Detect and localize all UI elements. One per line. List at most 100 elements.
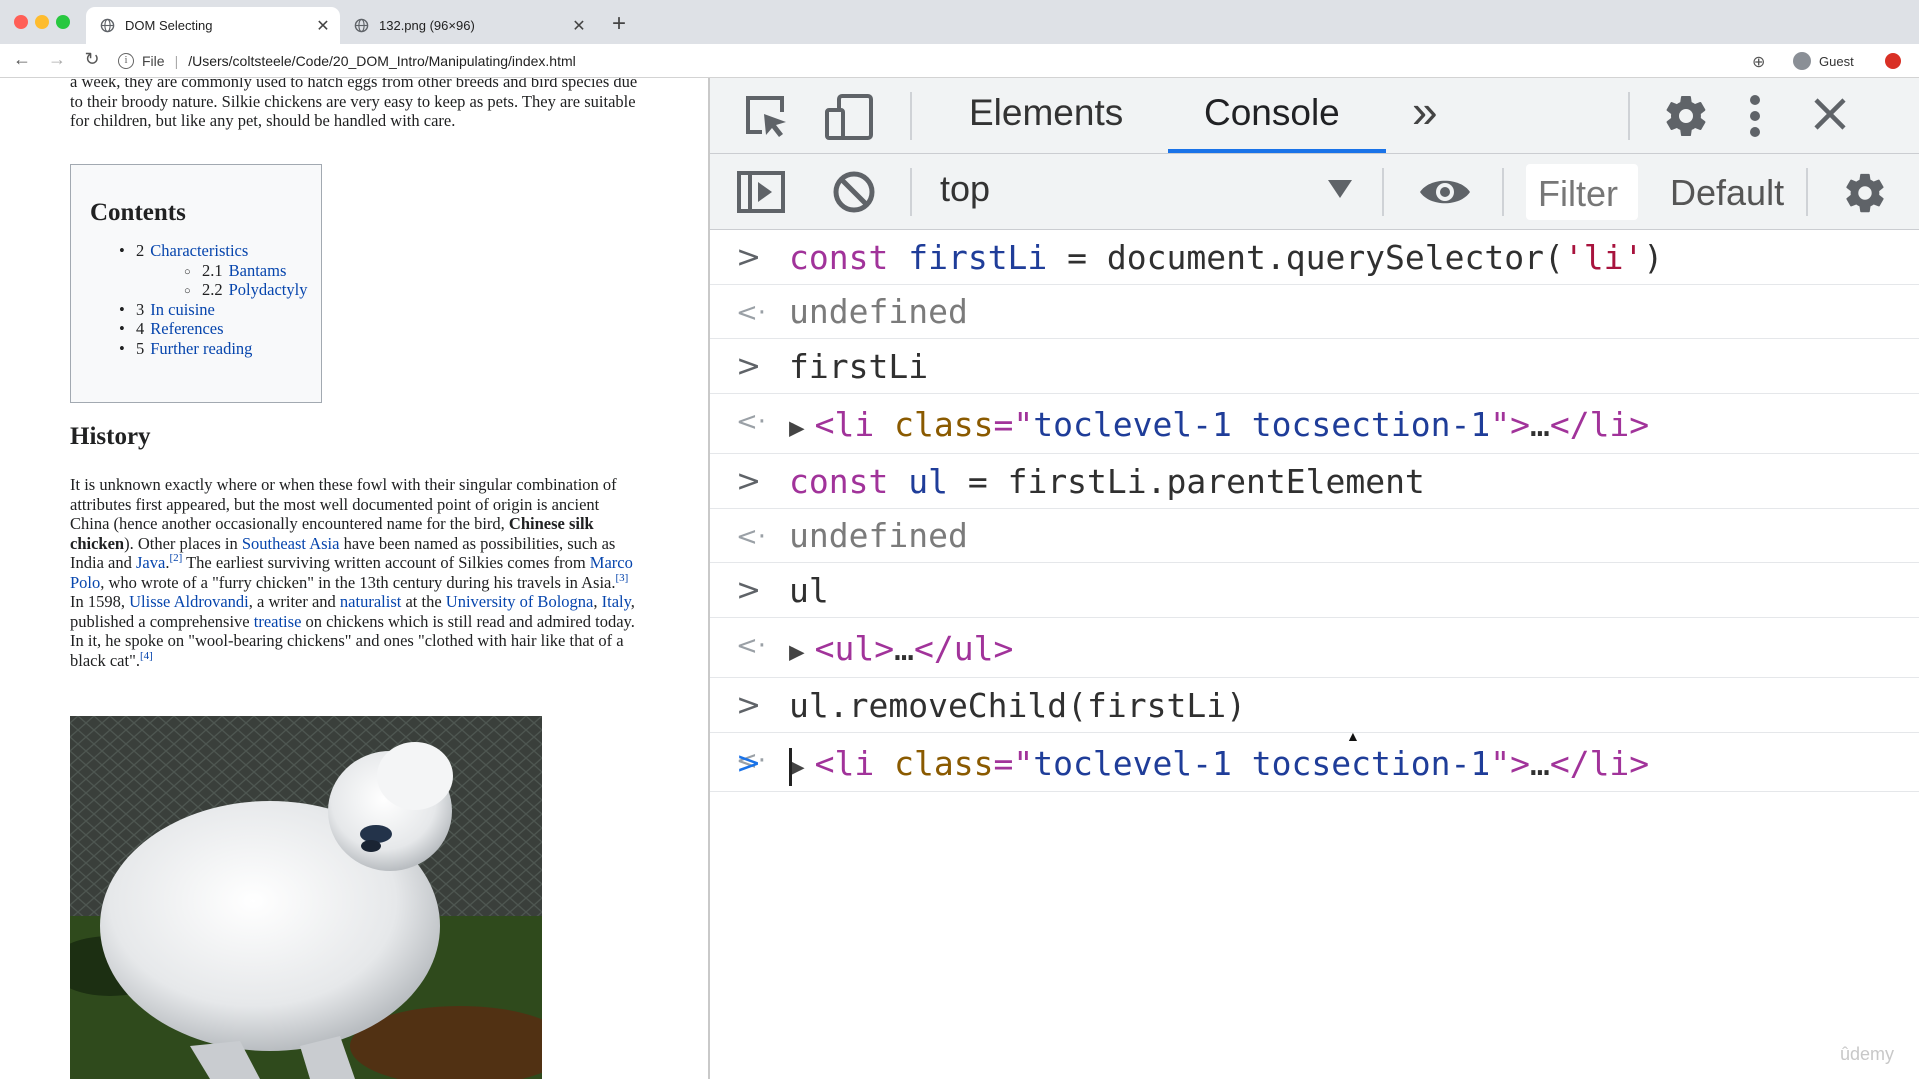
toc-item: 4References	[90, 319, 321, 339]
sidebar-toggle-icon[interactable]	[736, 170, 786, 214]
more-options-icon[interactable]	[1748, 92, 1762, 140]
profile-button[interactable]: Guest	[1793, 49, 1854, 73]
web-page: a week, they are commonly used to hatch …	[0, 78, 708, 1079]
console-input-row: > ul.removeChild(firstLi)	[710, 678, 1919, 733]
filter-input[interactable]: Filter	[1526, 164, 1638, 220]
input-chevron-icon: >	[736, 349, 762, 384]
console-input-row: > const ul = firstLi.parentElement	[710, 454, 1919, 509]
console-input-row: > firstLi	[710, 339, 1919, 394]
live-expression-eye-icon[interactable]	[1418, 174, 1472, 210]
profile-label: Guest	[1819, 53, 1854, 69]
inspect-element-icon[interactable]	[742, 92, 790, 140]
mouse-pointer-icon: ▲	[1346, 728, 1360, 744]
toc-link-further-reading[interactable]: Further reading	[150, 339, 252, 358]
prompt-chevron-icon: >	[736, 746, 762, 781]
silkie-chicken-image[interactable]	[70, 716, 542, 1079]
link-naturalist[interactable]: naturalist	[340, 592, 401, 611]
tab-console[interactable]: Console	[1204, 92, 1340, 134]
close-tab-icon[interactable]: ✕	[568, 16, 590, 36]
console-messages: > const firstLi = document.querySelector…	[710, 230, 1919, 792]
toc-link-references[interactable]: References	[150, 319, 223, 338]
globe-icon	[354, 18, 369, 33]
reload-icon[interactable]: ↻	[80, 49, 104, 70]
link-treatise[interactable]: treatise	[254, 612, 302, 631]
console-result-row[interactable]: <· ▶ <ul>…</ul>	[710, 618, 1919, 678]
address-bar: ← → ↻ i File | /Users/coltsteele/Code/20…	[0, 44, 1919, 78]
input-chevron-icon: >	[736, 240, 762, 275]
devtools-panel: Elements Console » top Filter Default > …	[710, 78, 1919, 1079]
console-result-row: <· undefined	[710, 285, 1919, 339]
tab-dom-selecting[interactable]: DOM Selecting ✕	[86, 7, 340, 44]
info-icon[interactable]: i	[118, 53, 134, 69]
toc-item: 5Further reading	[90, 339, 321, 359]
toc-link-characteristics[interactable]: Characteristics	[150, 241, 248, 260]
citation-4[interactable]: [4]	[140, 650, 153, 662]
text-caret	[789, 748, 792, 786]
result-arrow-icon: <·	[736, 631, 767, 661]
console-result-row[interactable]: <· ▶ <li class="toclevel-1 tocsection-1">…	[710, 394, 1919, 454]
console-input-row: > const firstLi = document.querySelector…	[710, 230, 1919, 285]
history-heading: History	[70, 423, 151, 450]
more-tabs-icon[interactable]: »	[1412, 84, 1438, 138]
clear-console-icon[interactable]	[832, 170, 876, 214]
toc-item: 2.1Bantams	[90, 261, 321, 282]
globe-icon	[100, 18, 115, 33]
console-toolbar: top Filter Default levels	[710, 154, 1919, 230]
forward-arrow-icon[interactable]: →	[45, 49, 69, 70]
url-text: /Users/coltsteele/Code/20_DOM_Intro/Mani…	[188, 53, 576, 69]
table-of-contents: Contents 2Characteristics 2.1Bantams 2.2…	[70, 164, 322, 403]
scheme-label: File	[142, 53, 165, 69]
input-chevron-icon: >	[736, 464, 762, 499]
toc-title: Contents	[90, 199, 186, 226]
log-levels-select[interactable]: Default levels	[1670, 172, 1788, 214]
link-java[interactable]: Java	[136, 553, 165, 572]
citation-2[interactable]: [2]	[169, 552, 182, 564]
tab-label: DOM Selecting	[125, 18, 213, 33]
link-ulisse-aldrovandi[interactable]: Ulisse Aldrovandi	[129, 592, 249, 611]
link-italy[interactable]: Italy	[602, 592, 631, 611]
context-select[interactable]: top	[940, 168, 990, 210]
input-chevron-icon: >	[736, 688, 762, 723]
close-tab-icon[interactable]: ✕	[312, 16, 334, 36]
zoom-window-button[interactable]	[56, 15, 70, 29]
tab-elements[interactable]: Elements	[969, 92, 1123, 134]
console-prompt[interactable]: >	[710, 740, 1919, 800]
toc-item: 2.2Polydactyly	[90, 280, 321, 301]
intro-paragraph: a week, they are commonly used to hatch …	[70, 78, 638, 130]
close-window-button[interactable]	[14, 15, 28, 29]
tab-bar: DOM Selecting ✕ 132.png (96×96) ✕ +	[0, 0, 1919, 44]
console-settings-gear-icon[interactable]	[1842, 170, 1888, 216]
tab-image[interactable]: 132.png (96×96) ✕	[340, 7, 596, 44]
dropdown-arrow-icon[interactable]	[1328, 180, 1352, 198]
new-tab-button[interactable]: +	[604, 10, 634, 38]
close-devtools-icon[interactable]	[1812, 96, 1848, 132]
minimize-window-button[interactable]	[35, 15, 49, 29]
expand-triangle-icon[interactable]: ▶	[789, 637, 805, 667]
result-arrow-icon: <·	[736, 298, 767, 328]
settings-gear-icon[interactable]	[1662, 92, 1710, 140]
console-result-row: <· undefined	[710, 509, 1919, 563]
toc-link-bantams[interactable]: Bantams	[229, 261, 287, 280]
toc-list: 2Characteristics 2.1Bantams 2.2Polydacty…	[90, 241, 321, 358]
avatar	[1793, 52, 1811, 70]
console-input-row: > ul	[710, 563, 1919, 618]
watermark: ûdemy	[1840, 1044, 1895, 1064]
result-arrow-icon: <·	[736, 407, 767, 437]
back-arrow-icon[interactable]: ←	[10, 49, 34, 70]
toc-link-in-cuisine[interactable]: In cuisine	[150, 300, 215, 319]
url-input[interactable]: i File | /Users/coltsteele/Code/20_DOM_I…	[118, 46, 1768, 76]
tab-label: 132.png (96×96)	[379, 18, 475, 33]
devtools-main-toolbar: Elements Console »	[710, 78, 1919, 154]
zoom-icon[interactable]: ⊕	[1752, 52, 1765, 72]
citation-3[interactable]: [3]	[616, 572, 629, 584]
link-southeast-asia[interactable]: Southeast Asia	[242, 534, 340, 553]
toc-item: 3In cuisine	[90, 300, 321, 320]
input-chevron-icon: >	[736, 573, 762, 608]
link-university-of-bologna[interactable]: University of Bologna	[446, 592, 594, 611]
history-paragraph: It is unknown exactly where or when thes…	[70, 475, 635, 670]
device-toolbar-icon[interactable]	[823, 92, 875, 142]
toc-link-polydactyly[interactable]: Polydactyly	[229, 280, 308, 299]
extension-icon[interactable]	[1885, 53, 1901, 69]
expand-triangle-icon[interactable]: ▶	[789, 413, 805, 443]
active-tab-indicator	[1168, 149, 1386, 153]
